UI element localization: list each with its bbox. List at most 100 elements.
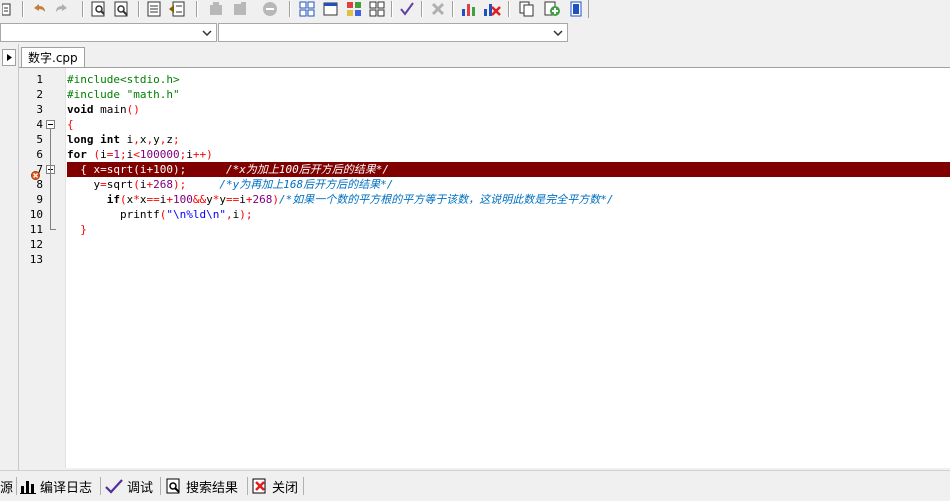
code-line[interactable]: void main()	[67, 102, 950, 117]
chevron-down-icon[interactable]	[551, 25, 565, 40]
add-icon[interactable]	[543, 0, 561, 17]
class-browser-bar	[0, 22, 950, 44]
code-line[interactable]: y=sqrt(i+268); /*y为再加上168后开方后的结果*/	[67, 177, 950, 192]
highlighted-code-line[interactable]: { x=sqrt(i+100); /*x为加上100后开方后的结果*/	[67, 162, 950, 177]
toolbar	[0, 0, 950, 20]
class-combo[interactable]	[0, 23, 217, 42]
line-number: 3	[36, 103, 43, 116]
code-line[interactable]: #include<stdio.h>	[67, 72, 950, 87]
code-token: <	[133, 148, 140, 161]
code-token: #include "math.h"	[67, 88, 180, 101]
line-number: 1	[36, 73, 43, 86]
tab-debug[interactable]: 调试	[105, 475, 153, 497]
code-token: y	[206, 193, 213, 206]
tab-file[interactable]: 数字.cpp	[21, 47, 85, 68]
code-token: +	[245, 193, 253, 206]
line-number: 6	[36, 148, 43, 161]
redo-icon[interactable]	[53, 0, 71, 17]
properties-icon[interactable]	[567, 0, 585, 17]
code-token: ++)	[192, 148, 213, 161]
tab-label: 源	[0, 480, 14, 496]
list-icon[interactable]	[145, 0, 163, 17]
code-token: ==	[146, 193, 160, 206]
tab-close[interactable]: 关闭	[252, 475, 298, 497]
color-grid-icon[interactable]	[345, 0, 363, 17]
bar-chart-icon	[20, 479, 36, 494]
code-editor[interactable]: 1 2 3 4 5 6 7 8 9 10 11 12 13 #include<stdio.h> #incl…	[19, 68, 950, 468]
code-token: i	[239, 193, 246, 206]
bottom-panel-tabs: 源 编译日志 调试 搜索结果 关闭	[0, 470, 950, 501]
code-line[interactable]: long int i,x,y,z;	[67, 132, 950, 147]
code-token: y	[67, 178, 101, 191]
tab-search-results[interactable]: 搜索结果	[166, 475, 238, 497]
check-icon	[105, 478, 123, 494]
code-token: /*x为加上100后开方后的结果*/	[226, 163, 389, 176]
code-line[interactable]: {	[67, 117, 950, 132]
code-line[interactable]: for (i=1;i<100000;i++)	[67, 147, 950, 162]
code-line[interactable]: printf("\n%ld\n",i);	[67, 207, 950, 222]
code-token: 268	[153, 178, 173, 191]
stop-icon[interactable]	[261, 0, 279, 17]
tile-icon[interactable]	[368, 0, 386, 17]
code-token: i	[139, 178, 147, 191]
line-number: 11	[29, 223, 43, 236]
code-token: x	[139, 193, 147, 206]
code-token: );	[173, 178, 187, 191]
fold-guide	[50, 129, 51, 229]
code-token: 100000	[139, 148, 180, 161]
search-icon	[166, 478, 182, 494]
expand-panel-button[interactable]	[2, 49, 16, 66]
find-icon[interactable]	[90, 0, 108, 17]
chart-icon[interactable]	[460, 0, 478, 17]
run-icon[interactable]	[231, 0, 249, 17]
tab-compile-log[interactable]: 编译日志	[20, 475, 92, 497]
chevron-right-icon	[6, 54, 12, 61]
tab-label: 调试	[127, 480, 154, 496]
goto-line-icon[interactable]	[168, 0, 186, 17]
code-token: "\n%ld\n"	[166, 208, 226, 221]
code-token: (	[133, 178, 140, 191]
code-line[interactable]: #include "math.h"	[67, 87, 950, 102]
code-token: sqrt	[106, 163, 134, 176]
fold-toggle-icon[interactable]	[46, 120, 55, 129]
line-number: 5	[36, 133, 43, 146]
line-number: 13	[29, 253, 43, 266]
compile-icon[interactable]	[207, 0, 225, 17]
replace-icon[interactable]	[113, 0, 131, 17]
error-marker-icon[interactable]	[31, 165, 40, 180]
code-token: );	[173, 163, 187, 176]
code-token: i	[119, 133, 134, 146]
grid-icon[interactable]	[298, 0, 316, 17]
code-token: main	[93, 103, 127, 116]
code-token: i	[100, 148, 107, 161]
code-line[interactable]	[67, 252, 950, 267]
code-token: for	[67, 148, 87, 161]
code-line[interactable]: if(x*x==i+100&&y*y==i+268)/*如果一个数的平方根的平方…	[67, 192, 950, 207]
window-icon[interactable]	[322, 0, 340, 17]
code-token: long int	[67, 133, 120, 146]
undo-icon[interactable]	[30, 0, 48, 17]
code-token: 268	[252, 193, 273, 206]
chart-delete-icon[interactable]	[483, 0, 501, 17]
member-combo[interactable]	[218, 23, 568, 42]
code-line[interactable]	[67, 237, 950, 252]
tab-resources[interactable]: 源	[0, 475, 13, 497]
code-token: {	[80, 163, 87, 176]
code-line[interactable]: }	[67, 222, 950, 237]
chevron-down-icon[interactable]	[200, 25, 214, 40]
left-panel-collapsed	[0, 44, 19, 470]
tab-label: 搜索结果	[186, 480, 239, 496]
delete-icon[interactable]	[429, 0, 447, 17]
copy-icon[interactable]	[518, 0, 536, 17]
code-token: z	[166, 133, 173, 146]
code-token: *	[133, 193, 140, 206]
tab-label: 关闭	[272, 480, 299, 496]
save-icon[interactable]	[0, 0, 18, 17]
line-number: 12	[29, 238, 43, 251]
check-icon[interactable]	[398, 0, 416, 17]
code-token: 100	[173, 193, 193, 206]
